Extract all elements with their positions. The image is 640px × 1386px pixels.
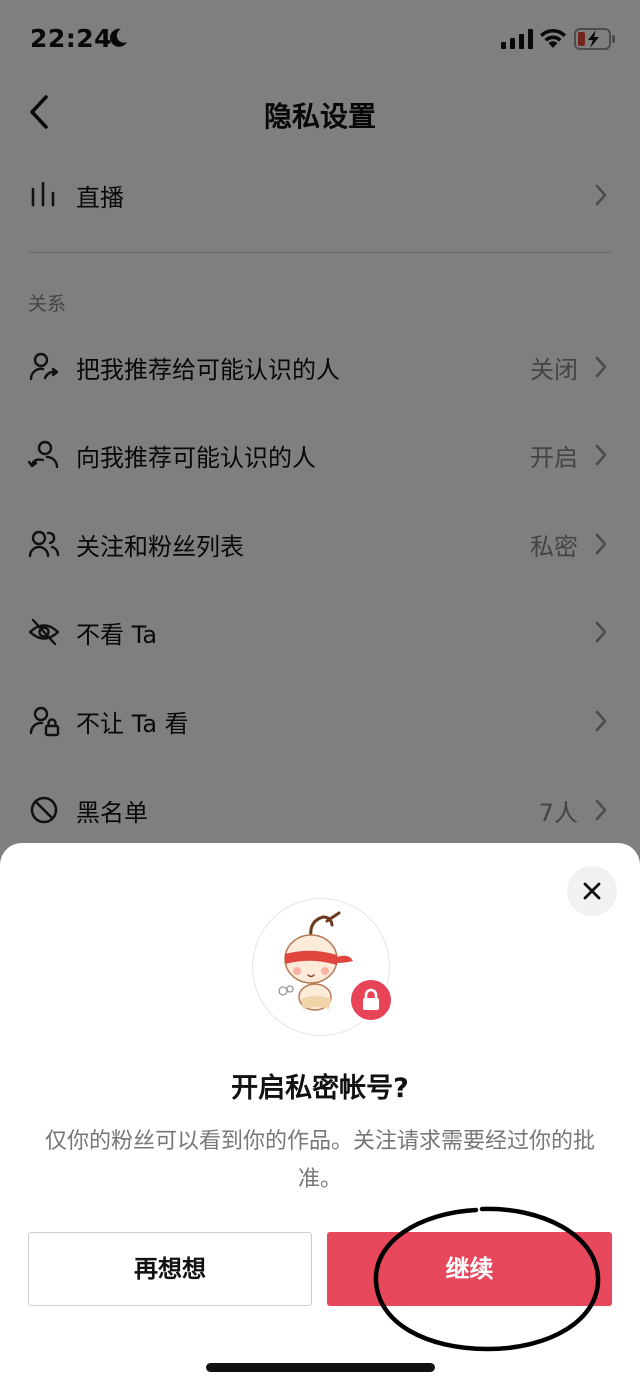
- lock-badge: [348, 977, 394, 1023]
- privacy-settings-page: 22:24 隐私设置 直播 关系: [0, 0, 640, 1386]
- cancel-button[interactable]: 再想想: [28, 1232, 312, 1306]
- dialog-title: 开启私密帐号?: [231, 1073, 409, 1104]
- home-indicator[interactable]: [206, 1363, 435, 1372]
- close-button[interactable]: [567, 866, 617, 916]
- continue-button[interactable]: 继续: [327, 1232, 612, 1306]
- dialog-description: 仅你的粉丝可以看到你的作品。关注请求需要经过你的批准。: [44, 1129, 595, 1192]
- lock-icon: [363, 988, 379, 1010]
- close-icon: [583, 882, 601, 900]
